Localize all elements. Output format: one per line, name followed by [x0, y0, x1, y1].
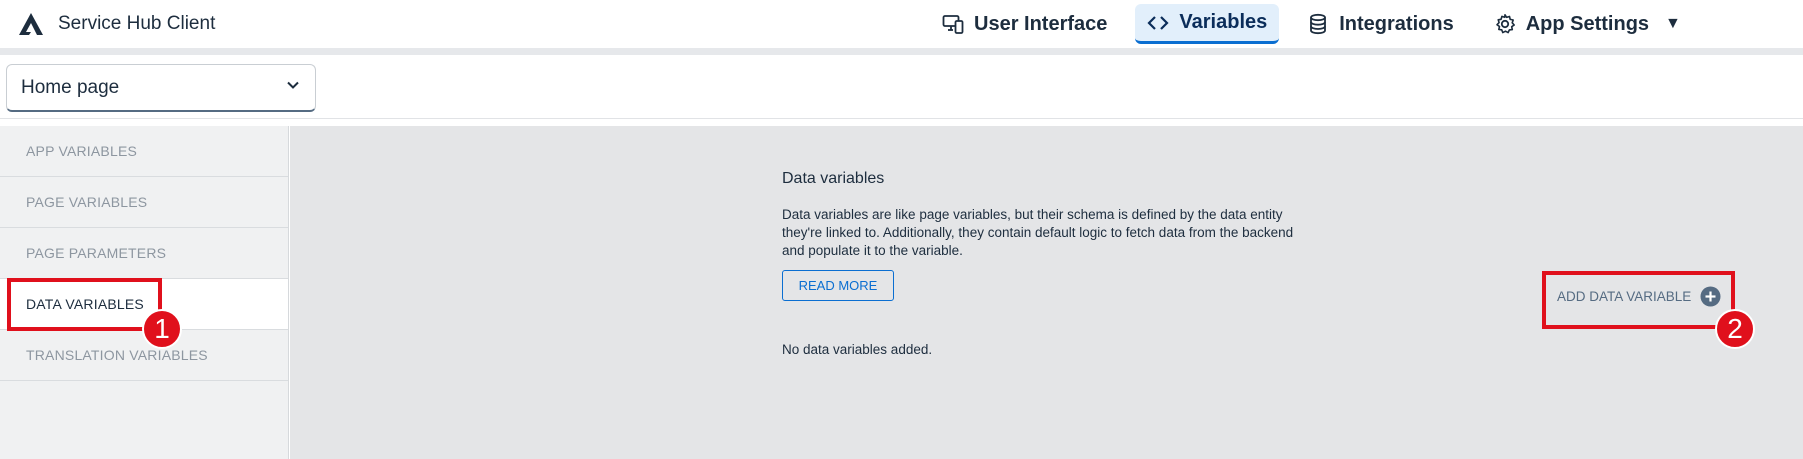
chevron-down-icon	[285, 77, 301, 98]
section-description: Data variables are like page variables, …	[782, 207, 1294, 258]
gear-icon	[1494, 13, 1516, 35]
annotation-badge-2: 2	[1715, 309, 1755, 349]
app-logo-icon	[18, 12, 44, 36]
tab-label: Integrations	[1339, 12, 1454, 35]
section-title: Data variables	[782, 170, 885, 187]
tab-label: Variables	[1179, 11, 1268, 33]
annotation-badge-1: 1	[142, 309, 182, 349]
devices-icon	[942, 13, 964, 35]
tab-user-interface[interactable]: User Interface	[930, 4, 1119, 44]
tab-variables[interactable]: Variables	[1135, 4, 1280, 44]
sidebar-item-page-parameters[interactable]: PAGE PARAMETERS	[0, 228, 288, 279]
tab-integrations[interactable]: Integrations	[1295, 4, 1465, 44]
tab-label: App Settings	[1525, 12, 1650, 35]
app-title: Service Hub Client	[58, 13, 216, 34]
sidebar-item-page-variables[interactable]: PAGE VARIABLES	[0, 177, 288, 228]
database-icon	[1307, 13, 1329, 35]
sidebar-item-app-variables[interactable]: APP VARIABLES	[0, 126, 288, 177]
annotation-box-1	[7, 278, 162, 331]
read-more-button[interactable]: READ MORE	[782, 270, 894, 301]
page-selector-bar: Home page	[0, 55, 1803, 119]
brand[interactable]: Service Hub Client	[18, 10, 215, 38]
main-nav: User Interface Variables Integrations Ap…	[930, 4, 1709, 44]
top-bar-divider	[0, 48, 1803, 55]
tab-label: User Interface	[974, 12, 1108, 35]
page-select-dropdown[interactable]: Home page	[6, 64, 316, 112]
page-select-value: Home page	[21, 76, 120, 98]
chevron-down-icon[interactable]: ▼	[1665, 15, 1681, 33]
code-icon	[1147, 12, 1169, 34]
tab-app-settings[interactable]: App Settings ▼	[1482, 4, 1693, 44]
empty-state-message: No data variables added.	[782, 342, 933, 357]
top-bar: Service Hub Client User Interface Variab…	[0, 0, 1803, 48]
annotation-box-2	[1542, 271, 1735, 329]
